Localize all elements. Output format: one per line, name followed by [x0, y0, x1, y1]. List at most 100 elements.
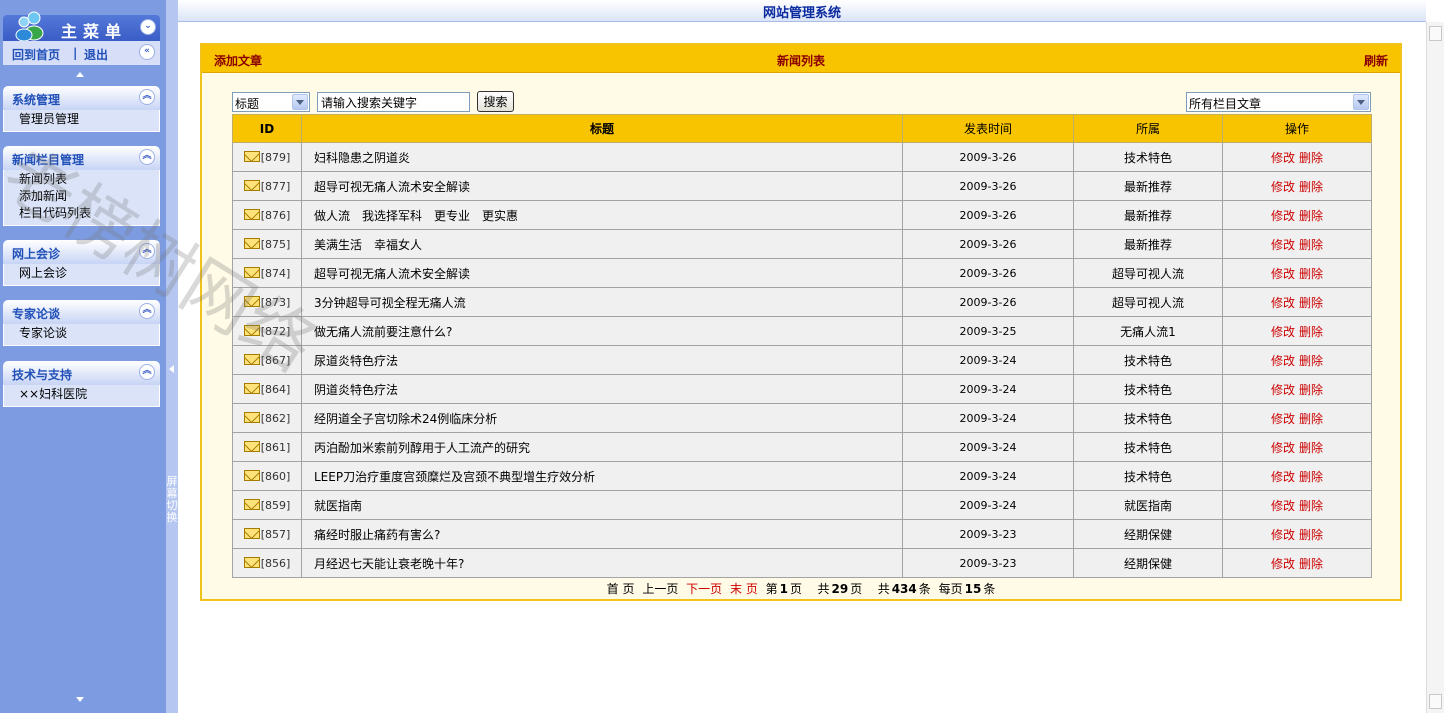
main-menu-header: 主菜单 ⌄ [3, 11, 160, 41]
row-title[interactable]: 经阴道全子宫切除术24例临床分析 [301, 403, 903, 433]
menu-group-header[interactable]: 网上会诊 ︽ [3, 240, 160, 264]
scroll-down-icon[interactable] [76, 697, 84, 702]
row-id-cell: [877] [232, 171, 302, 201]
delete-link[interactable]: 删除 [1299, 470, 1323, 484]
row-title[interactable]: 痛经时服止痛药有害么? [301, 519, 903, 549]
row-title[interactable]: 美满生活 幸福女人 [301, 229, 903, 259]
delete-link[interactable]: 删除 [1299, 325, 1323, 339]
collapse-up-icon[interactable]: ︽ [139, 303, 155, 319]
row-actions: 修改 删除 [1222, 490, 1372, 520]
menu-item-hospital[interactable]: ××妇科医院 [19, 386, 159, 403]
menu-item-news-list[interactable]: 新闻列表 [19, 171, 159, 188]
edit-link[interactable]: 修改 [1271, 354, 1295, 368]
edit-link[interactable]: 修改 [1271, 151, 1295, 165]
row-title[interactable]: 月经迟七天能让衰老晚十年? [301, 548, 903, 578]
menu-item-column-codes[interactable]: 栏目代码列表 [19, 205, 159, 222]
delete-link[interactable]: 删除 [1299, 354, 1323, 368]
row-category: 技术特色 [1073, 374, 1223, 404]
edit-link[interactable]: 修改 [1271, 557, 1295, 571]
edit-link[interactable]: 修改 [1271, 267, 1295, 281]
row-title[interactable]: 3分钟超导可视全程无痛人流 [301, 287, 903, 317]
menu-item-online-consult[interactable]: 网上会诊 [19, 265, 159, 282]
prev-page-link[interactable]: 上一页 [642, 582, 678, 596]
delete-link[interactable]: 删除 [1299, 412, 1323, 426]
search-field-select[interactable]: 标题 [232, 92, 310, 112]
search-button[interactable]: 搜索 [477, 91, 514, 112]
edit-link[interactable]: 修改 [1271, 209, 1295, 223]
edit-link[interactable]: 修改 [1271, 383, 1295, 397]
table-row: [860] LEEP刀治疗重度宫颈糜烂及宫颈不典型增生疗效分析 2009-3-24 技… [232, 461, 1372, 491]
edit-link[interactable]: 修改 [1271, 528, 1295, 542]
delete-link[interactable]: 删除 [1299, 151, 1323, 165]
collapse-up-icon[interactable]: ︽ [139, 364, 155, 380]
edit-link[interactable]: 修改 [1271, 470, 1295, 484]
delete-link[interactable]: 删除 [1299, 296, 1323, 310]
edit-link[interactable]: 修改 [1271, 499, 1295, 513]
row-title[interactable]: 尿道炎特色疗法 [301, 345, 903, 375]
edit-link[interactable]: 修改 [1271, 412, 1295, 426]
category-select[interactable]: 所有栏目文章 [1186, 92, 1371, 112]
row-title[interactable]: 做人流 我选择军科 更专业 更实惠 [301, 200, 903, 230]
collapse-sidebar-icon[interactable] [169, 365, 174, 373]
delete-link[interactable]: 删除 [1299, 267, 1323, 281]
vertical-scrollbar[interactable] [1426, 22, 1444, 713]
delete-link[interactable]: 删除 [1299, 499, 1323, 513]
collapse-left-icon[interactable]: « [139, 44, 155, 60]
collapse-menu-icon[interactable]: ⌄ [140, 19, 156, 35]
table-header-row: ID 标题 发表时间 所属 操作 [232, 114, 1372, 143]
delete-link[interactable]: 删除 [1299, 238, 1323, 252]
row-id-cell: [859] [232, 490, 302, 520]
screen-switch-label[interactable]: 屏幕切换 [166, 476, 178, 524]
mail-icon [243, 353, 260, 365]
delete-link[interactable]: 删除 [1299, 209, 1323, 223]
news-table: ID 标题 发表时间 所属 操作 [879] 妇科隐患之阴道炎 2009-3-26 技… [232, 114, 1372, 578]
row-title[interactable]: LEEP刀治疗重度宫颈糜烂及宫颈不典型增生疗效分析 [301, 461, 903, 491]
search-input[interactable] [317, 92, 470, 112]
menu-group-header[interactable]: 专家论谈 ︽ [3, 300, 160, 324]
scroll-up-icon[interactable] [76, 72, 84, 77]
collapse-up-icon[interactable]: ︽ [139, 89, 155, 105]
delete-link[interactable]: 删除 [1299, 441, 1323, 455]
scroll-down-button[interactable] [1429, 694, 1442, 709]
first-page-link[interactable]: 首 页 [607, 582, 635, 596]
menu-group-title: 系统管理 [12, 93, 61, 107]
row-category: 超导可视人流 [1073, 258, 1223, 288]
panel-title: 新闻列表 [776, 54, 825, 68]
last-page-link[interactable]: 末 页 [730, 582, 758, 596]
edit-link[interactable]: 修改 [1271, 180, 1295, 194]
row-title[interactable]: 超导可视无痛人流术安全解读 [301, 171, 903, 201]
menu-item-expert-talk[interactable]: 专家论谈 [19, 325, 159, 342]
row-title[interactable]: 做无痛人流前要注意什么? [301, 316, 903, 346]
edit-link[interactable]: 修改 [1271, 296, 1295, 310]
edit-link[interactable]: 修改 [1271, 441, 1295, 455]
menu-item-add-news[interactable]: 添加新闻 [19, 188, 159, 205]
sidebar-splitter[interactable]: 屏幕切换 [166, 0, 178, 713]
row-title[interactable]: 超导可视无痛人流术安全解读 [301, 258, 903, 288]
chevron-down-icon[interactable] [1353, 94, 1369, 110]
menu-item-admin-manage[interactable]: 管理员管理 [19, 111, 159, 128]
scroll-up-button[interactable] [1429, 26, 1442, 41]
refresh-link[interactable]: 刷新 [1364, 52, 1388, 69]
collapse-up-icon[interactable]: ︽ [139, 243, 155, 259]
edit-link[interactable]: 修改 [1271, 325, 1295, 339]
menu-group-header[interactable]: 系统管理 ︽ [3, 86, 160, 110]
row-id-cell: [857] [232, 519, 302, 549]
menu-group-header[interactable]: 技术与支持 ︽ [3, 361, 160, 385]
home-link[interactable]: 回到首页 [12, 46, 60, 63]
logout-link[interactable]: 退出 [84, 46, 108, 63]
delete-link[interactable]: 删除 [1299, 557, 1323, 571]
collapse-up-icon[interactable]: ︽ [139, 149, 155, 165]
row-title[interactable]: 就医指南 [301, 490, 903, 520]
delete-link[interactable]: 删除 [1299, 528, 1323, 542]
delete-link[interactable]: 删除 [1299, 180, 1323, 194]
row-title[interactable]: 妇科隐患之阴道炎 [301, 142, 903, 172]
mail-icon [243, 150, 260, 162]
edit-link[interactable]: 修改 [1271, 238, 1295, 252]
chevron-down-icon[interactable] [292, 94, 308, 110]
next-page-link[interactable]: 下一页 [686, 582, 722, 596]
row-title[interactable]: 阴道炎特色疗法 [301, 374, 903, 404]
menu-group-header[interactable]: 新闻栏目管理 ︽ [3, 146, 160, 170]
row-title[interactable]: 丙泊酚加米索前列醇用于人工流产的研究 [301, 432, 903, 462]
delete-link[interactable]: 删除 [1299, 383, 1323, 397]
menu-group-experts: 专家论谈 ︽ 专家论谈 [3, 300, 160, 346]
